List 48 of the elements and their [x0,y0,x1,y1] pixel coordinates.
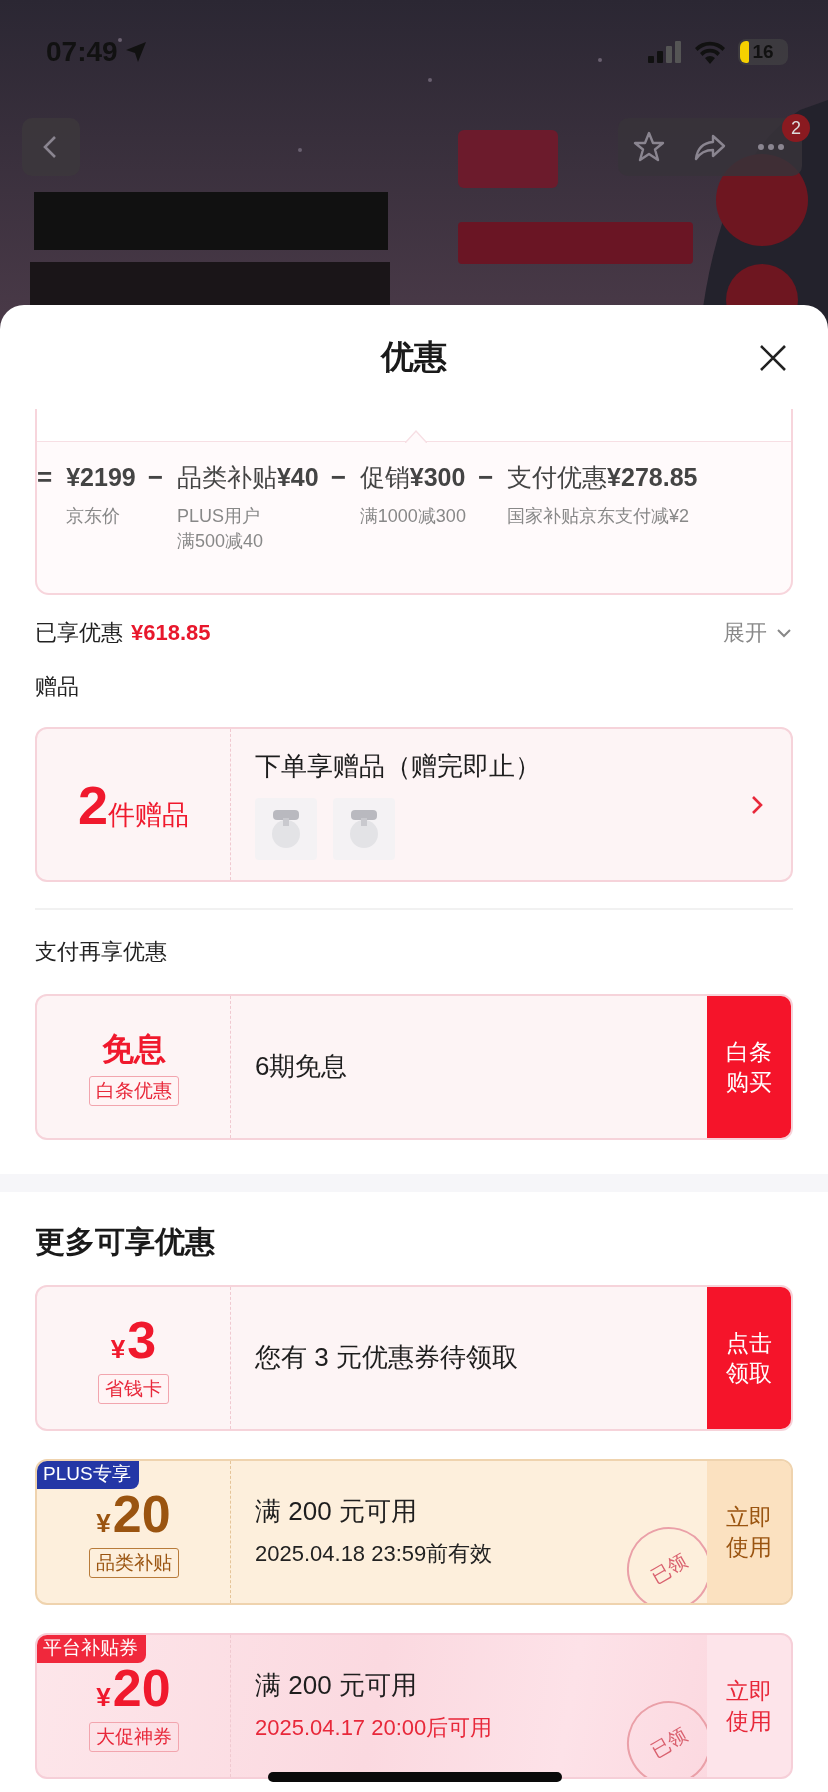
operator-sign: − [477,461,494,494]
gift-count-label: 件赠品 [108,799,189,832]
battery-fill [740,41,749,63]
gift-card[interactable]: 2件赠品 下单享赠品（赠完即止） [35,727,793,882]
signal-icon [648,41,682,63]
operator-sign: = [37,461,53,494]
section-heading: 赠品 [35,673,80,701]
price-note: PLUS用户 [176,505,261,528]
coupon-action-button[interactable]: 立即使用 [707,1634,791,1777]
coupon-title: 满 200 元可用 [255,1495,417,1528]
operator-sign: − [330,461,346,494]
currency-symbol: ¥ [96,1507,111,1539]
savings-label: 已享优惠 [35,619,123,647]
coupon-title: 满 200 元可用 [255,1669,417,1702]
coupon-tag: 品类补贴 [88,1547,179,1578]
price-amount: 品类补贴¥40 [176,462,319,493]
operator-sign: − [147,461,163,494]
coupon-amount: 3 [127,1311,157,1368]
price-amount: 支付优惠¥278.85 [507,462,698,493]
gift-count: 2 [77,773,108,836]
coupon-action-button[interactable]: 白条购买 [707,995,791,1138]
price-amount: 促销¥300 [359,462,466,493]
currency-symbol: ¥ [96,1681,111,1713]
price-note: 满1000减300 [359,505,466,528]
section-heading: 支付再享优惠 [35,937,168,966]
sheet-title: 优惠 [381,336,447,377]
coupon-ribbon: PLUS专享 [37,1460,139,1489]
section-heading: 更多可享优惠 [35,1224,216,1260]
coupon-tag: 大促神券 [88,1721,179,1752]
price-note: 京东价 [66,505,122,528]
coupon-tag: 白条优惠 [88,1075,179,1106]
price-note: 满500减40 [176,530,264,553]
coupon-amount: 免息 [101,1029,166,1069]
coupon-title: 6期免息 [255,1050,348,1083]
coupon-action-button[interactable]: 立即使用 [707,1460,791,1603]
gift-title: 下单享赠品（赠完即止） [255,750,541,783]
expand-toggle[interactable]: 展开 [723,618,793,648]
coupon-validity: 2025.04.18 23:59前有效 [255,1540,493,1568]
price-note: 国家补贴京东支付减¥2 [507,505,691,528]
coupon-action-button[interactable]: 点击领取 [707,1286,791,1429]
coupon-ribbon: 平台补贴券 [37,1634,146,1663]
currency-symbol: ¥ [110,1333,126,1365]
price-amount: ¥2199 [66,462,136,493]
wifi-icon [694,40,726,64]
coupon-tag: 省钱卡 [98,1373,169,1404]
coupon-validity: 2025.04.17 20:00后可用 [255,1714,493,1742]
savings-amount: ¥618.85 [131,620,211,646]
coupon-title: 您有 3 元优惠券待领取 [255,1341,518,1374]
